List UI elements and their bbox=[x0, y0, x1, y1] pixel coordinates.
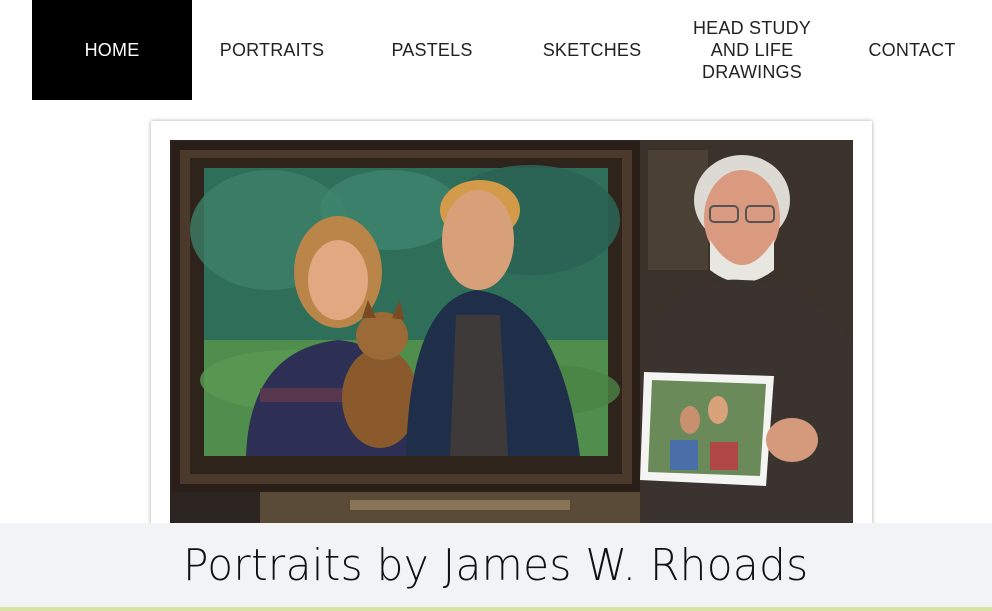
hero-image bbox=[170, 140, 853, 540]
hero-photo bbox=[170, 140, 853, 540]
nav-item-pastels[interactable]: PASTELS bbox=[352, 0, 512, 100]
nav-item-sketches[interactable]: SKETCHES bbox=[512, 0, 672, 100]
nav-item-portraits[interactable]: PORTRAITS bbox=[192, 0, 352, 100]
nav-item-home[interactable]: HOME bbox=[32, 0, 192, 100]
main-nav: HOME PORTRAITS PASTELS SKETCHES HEAD STU… bbox=[32, 0, 992, 100]
nav-item-head-study[interactable]: HEAD STUDY AND LIFE DRAWINGS bbox=[672, 0, 832, 100]
title-band: Portraits by James W. Rhoads bbox=[0, 523, 992, 607]
site-title: Portraits by James W. Rhoads bbox=[183, 539, 809, 591]
bottom-accent-line bbox=[0, 607, 992, 611]
nav-item-contact[interactable]: CONTACT bbox=[832, 0, 992, 100]
hero-image-frame bbox=[151, 121, 872, 541]
